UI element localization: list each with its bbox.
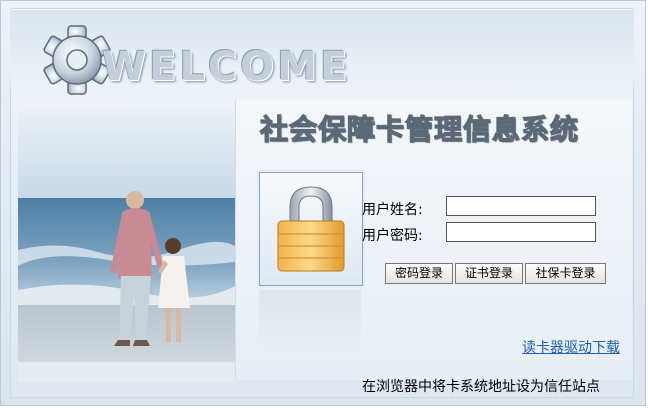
cert-login-button[interactable]: 证书登录 (455, 263, 523, 284)
trust-site-tip: 在浏览器中将卡系统地址设为信任站点 (362, 379, 600, 395)
driver-download-link[interactable]: 读卡器驱动下载 (522, 337, 620, 357)
welcome-text: WELCOME (102, 44, 351, 90)
password-label: 用户密码: (362, 228, 423, 244)
lock-frame (259, 172, 363, 286)
system-title: 社会保障卡管理信息系统 (259, 112, 580, 146)
card-login-button[interactable]: 社保卡登录 (525, 263, 606, 284)
beach-photo (18, 100, 235, 382)
password-field[interactable] (446, 222, 596, 242)
lock-reflection (259, 290, 361, 350)
lock-icon (277, 186, 345, 272)
username-label: 用户姓名: (362, 202, 423, 218)
password-login-button[interactable]: 密码登录 (385, 263, 453, 284)
username-field[interactable] (446, 196, 596, 216)
